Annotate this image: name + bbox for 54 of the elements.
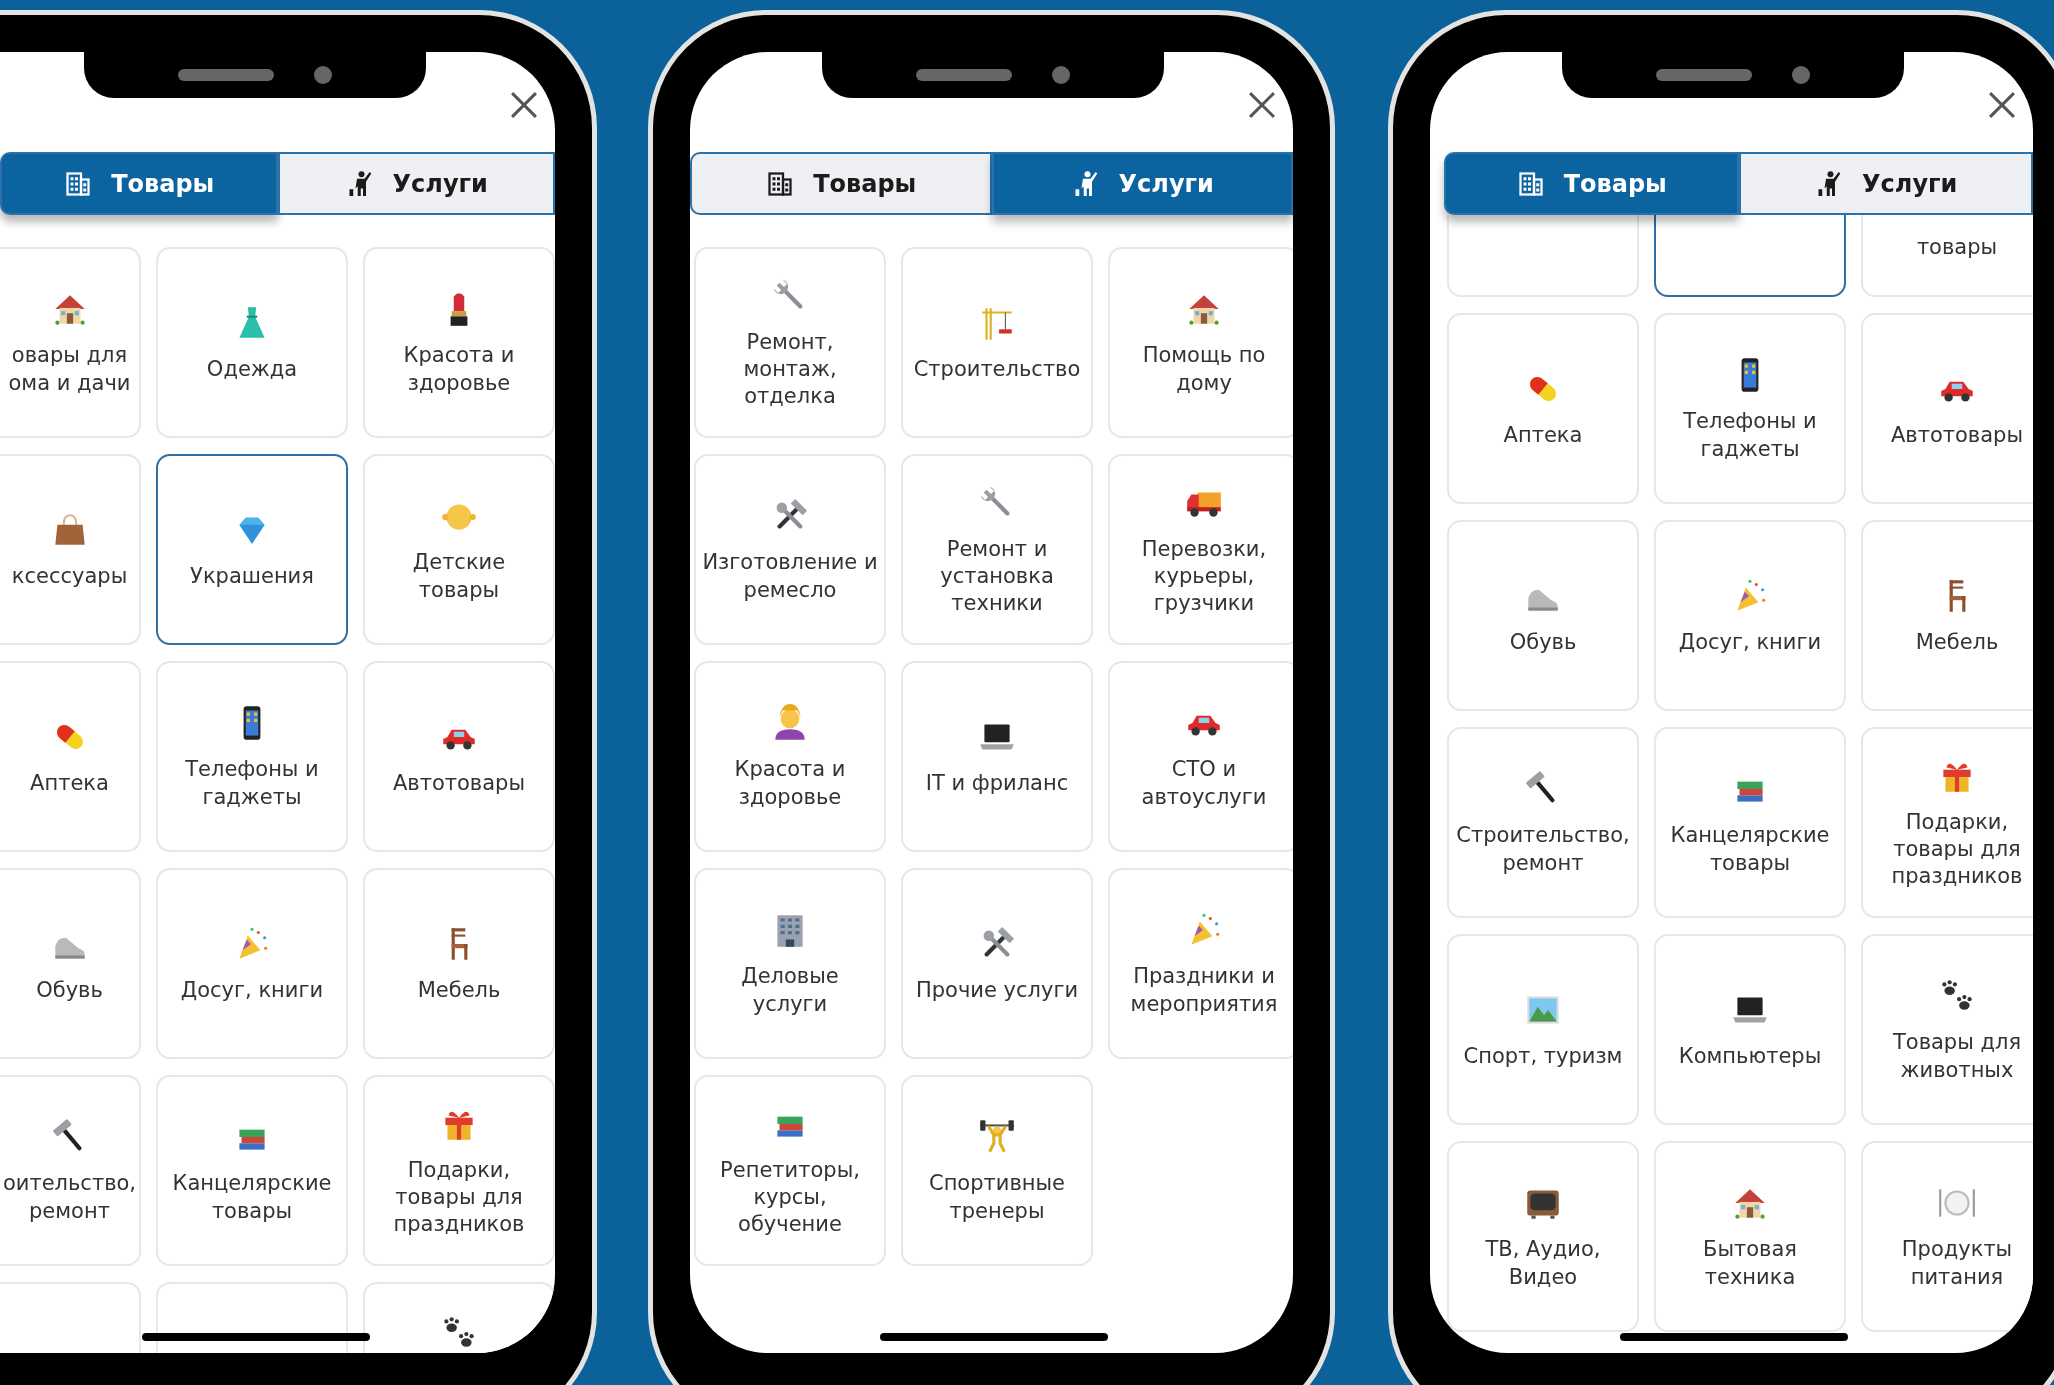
category-tile[interactable]: Мебель — [1861, 520, 2033, 711]
tab[interactable]: Услуги — [277, 152, 555, 215]
category-tile[interactable]: Прочие услуги — [901, 868, 1093, 1059]
category-tile[interactable]: Канцелярские товары — [1654, 727, 1846, 918]
camera-dot — [1052, 66, 1070, 84]
tab[interactable]: Услуги — [1738, 152, 2033, 215]
category-tile[interactable]: Подарки, товары для праздников — [1861, 727, 2033, 918]
category-tile[interactable]: Изготовление и ремесло — [694, 454, 886, 645]
category-tile[interactable]: оительство, ремонт — [0, 1075, 141, 1266]
category-tile[interactable]: Детские товары — [363, 454, 555, 645]
category-tile[interactable]: Продукты питания — [1861, 1141, 2033, 1332]
category-tile[interactable]: ТВ, Аудио, Видео — [1447, 1141, 1639, 1332]
category-tile[interactable]: Обувь — [1447, 520, 1639, 711]
category-tile[interactable]: Телефоны и гаджеты — [156, 661, 348, 852]
category-tile[interactable]: Ремонт, монтаж, отделка — [694, 247, 886, 438]
category-tile[interactable]: Подарки, товары для праздников — [363, 1075, 555, 1266]
category-tile[interactable]: Аптека — [0, 661, 141, 852]
category-tile[interactable]: Репетиторы, курсы, обучение — [694, 1075, 886, 1266]
category-tile[interactable]: Автотовары — [363, 661, 555, 852]
category-tile[interactable]: Праздники и мероприятия — [1108, 868, 1293, 1059]
category-tile[interactable]: Перевозки, курьеры, грузчики — [1108, 454, 1293, 645]
category-tile[interactable]: Бытовая техника — [1654, 1141, 1846, 1332]
category-tile[interactable]: Помощь по дому — [1108, 247, 1293, 438]
tab[interactable]: Товары — [690, 152, 992, 215]
category-tile[interactable]: Досуг, книги — [1654, 520, 1846, 711]
category-tile[interactable]: Автотовары — [1861, 313, 2033, 504]
category-tile[interactable]: Спорт, туризм — [1447, 934, 1639, 1125]
category-tile[interactable]: Аптека — [1447, 313, 1639, 504]
camera-dot — [314, 66, 332, 84]
category-tile[interactable]: Украшения — [156, 454, 348, 645]
category-tile[interactable]: Строительство, ремонт — [1447, 727, 1639, 918]
tab[interactable]: Товары — [1444, 152, 1739, 215]
category-tile[interactable]: Красота и здоровье — [694, 661, 886, 852]
category-tile[interactable]: Товары для животных — [1861, 934, 2033, 1125]
camera-dot — [1792, 66, 1810, 84]
category-tile[interactable]: ксессуары — [0, 454, 141, 645]
category-tile[interactable]: Строительство — [901, 247, 1093, 438]
category-tile[interactable]: СТО и автоуслуги — [1108, 661, 1293, 852]
category-tile[interactable]: Ремонт и установка техники — [901, 454, 1093, 645]
tab[interactable]: Товары — [0, 152, 278, 215]
category-tile[interactable]: овары для ома и дачи — [0, 247, 141, 438]
category-tile[interactable]: Красота и здоровье — [363, 247, 555, 438]
category-tile[interactable]: Обувь — [0, 868, 141, 1059]
category-tile[interactable]: Досуг, книги — [156, 868, 348, 1059]
category-tile[interactable]: Спортивные тренеры — [901, 1075, 1093, 1266]
category-tile[interactable]: Мебель — [363, 868, 555, 1059]
category-tile[interactable]: Телефоны и гаджеты — [1654, 313, 1846, 504]
category-tile[interactable]: Компьютеры — [1654, 934, 1846, 1125]
category-tile[interactable]: IT и фриланс — [901, 661, 1093, 852]
category-tile[interactable]: Деловые услуги — [694, 868, 886, 1059]
category-tile[interactable]: Канцелярские товары — [156, 1075, 348, 1266]
tab[interactable]: Услуги — [991, 152, 1293, 215]
category-tile[interactable]: Одежда — [156, 247, 348, 438]
category-tile[interactable]: товары — [1861, 215, 2033, 297]
